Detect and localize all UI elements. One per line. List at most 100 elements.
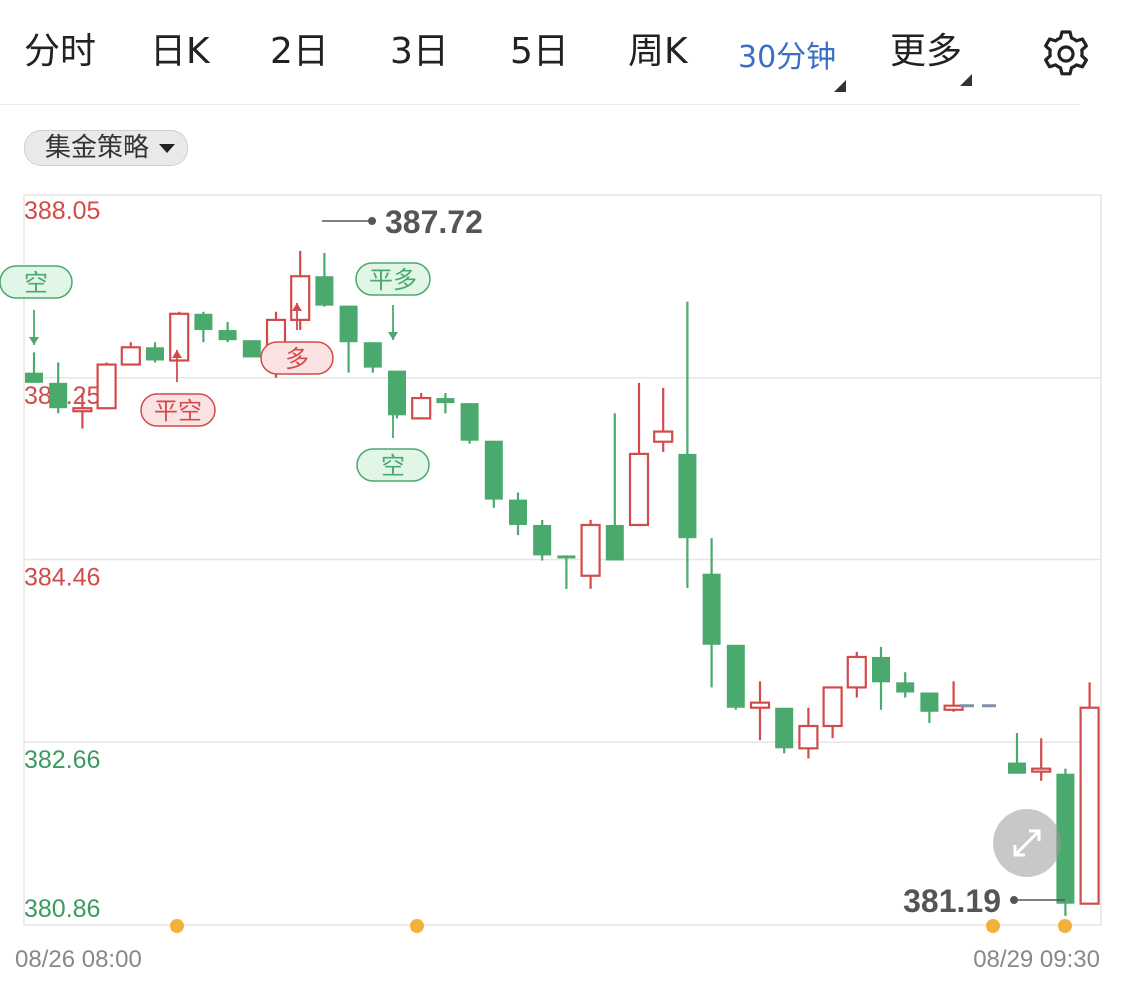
candle-body	[920, 692, 939, 712]
candle-body	[896, 682, 915, 693]
tab-intraday[interactable]: 分时	[24, 30, 96, 74]
candle	[290, 250, 311, 331]
candle	[436, 392, 455, 414]
caret-down-icon	[159, 143, 176, 153]
low-dot	[1010, 896, 1018, 904]
tab-more[interactable]: 更多	[890, 30, 973, 86]
candle-body	[25, 372, 43, 383]
candle	[872, 646, 890, 710]
candle	[509, 492, 527, 536]
arrow-icon	[388, 332, 398, 340]
tab-weekly-k[interactable]: 周K	[628, 30, 688, 74]
candle-body	[242, 340, 261, 358]
candle	[363, 342, 382, 373]
candle-body	[557, 555, 576, 559]
candle	[726, 644, 745, 710]
candle	[388, 370, 406, 419]
signal-close-long: 平多	[355, 262, 431, 340]
candle	[218, 321, 237, 343]
trade-signals: 空平空多平多空	[0, 262, 431, 482]
candle-body	[436, 398, 455, 404]
signal-label: 平多	[369, 266, 417, 294]
candle	[96, 362, 117, 410]
event-markers	[170, 919, 1072, 933]
event-marker-dot	[410, 919, 424, 933]
high-price-label: 387.72	[385, 204, 483, 240]
candle	[533, 519, 552, 561]
candle	[896, 672, 915, 698]
candle	[339, 305, 358, 373]
candle-body	[822, 686, 843, 728]
gear-icon[interactable]	[1040, 28, 1092, 80]
candle-body	[702, 573, 721, 645]
tab-2-day[interactable]: 2日	[270, 30, 329, 74]
candle-body	[96, 363, 117, 410]
candle-body	[146, 347, 164, 361]
candle-body	[315, 276, 334, 306]
candle	[411, 392, 432, 420]
candle	[605, 413, 624, 561]
candle-body	[120, 346, 141, 366]
y-tick-label: 384.46	[24, 563, 100, 591]
candle-body	[460, 403, 479, 441]
candle-body	[749, 701, 771, 709]
candle-body	[726, 644, 745, 708]
candle	[702, 538, 721, 688]
arrow-icon	[29, 337, 39, 345]
expand-button[interactable]	[993, 809, 1061, 877]
signal-label: 空	[24, 269, 48, 297]
candle	[1079, 682, 1100, 905]
candle-body	[339, 305, 358, 343]
signal-label: 空	[381, 452, 405, 480]
candle-body	[363, 342, 382, 368]
period-tab-bar: 分时 日K 2日 3日 5日 周K 30分钟 更多	[0, 0, 1088, 105]
tab-daily-k[interactable]: 日K	[150, 30, 210, 74]
candle	[846, 651, 867, 698]
event-marker-dot	[1058, 919, 1072, 933]
high-dot	[368, 217, 376, 225]
candle	[749, 681, 771, 741]
signal-label: 平空	[154, 397, 202, 425]
tab-more-label: 更多	[890, 31, 963, 72]
candle-body	[628, 452, 650, 527]
candle-body	[605, 524, 624, 561]
candle	[169, 311, 190, 362]
dropdown-corner-icon	[960, 74, 973, 86]
candle	[146, 342, 164, 363]
candle	[484, 440, 503, 508]
signal-short: 空	[0, 265, 73, 345]
candle	[194, 311, 213, 343]
candle	[1031, 738, 1052, 781]
candle	[460, 403, 479, 444]
candle-body	[872, 656, 890, 683]
candle-body	[169, 312, 190, 362]
strategy-dropdown[interactable]: 集金策略	[24, 130, 189, 166]
candle-body	[72, 407, 93, 413]
candle	[628, 382, 650, 527]
event-marker-dot	[170, 919, 184, 933]
candles	[25, 250, 1100, 916]
candle-body	[484, 440, 503, 500]
y-tick-label: 382.66	[24, 746, 100, 774]
candle-body	[678, 453, 697, 539]
event-marker-dot	[986, 919, 1000, 933]
candle-body	[218, 330, 237, 341]
candle	[943, 681, 964, 712]
tab-30-minute[interactable]: 30分钟	[738, 36, 847, 92]
y-tick-label: 380.86	[24, 895, 100, 923]
candle	[920, 692, 939, 723]
candlestick-chart: 388.05386.25384.46382.66380.86 空平空多平多空 3…	[0, 194, 1102, 973]
candle	[653, 387, 674, 452]
candle	[580, 519, 601, 589]
tab-3-day[interactable]: 3日	[390, 30, 449, 74]
candle	[49, 362, 68, 414]
candle	[798, 707, 819, 759]
candle-body	[533, 524, 552, 556]
candle-body	[194, 313, 213, 331]
low-price-label: 381.19	[903, 883, 1001, 919]
tab-5-day[interactable]: 5日	[510, 30, 569, 74]
candle-body	[509, 499, 527, 525]
candle	[315, 252, 334, 307]
candle-body	[1031, 767, 1052, 773]
candle	[1008, 733, 1026, 774]
